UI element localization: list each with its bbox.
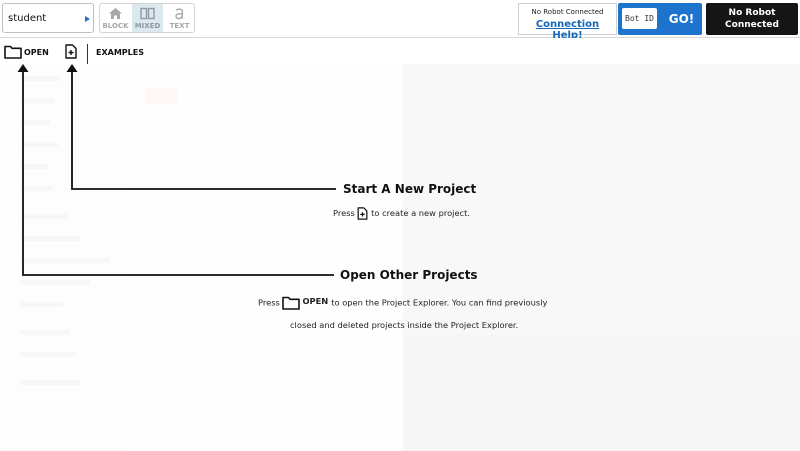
tutorial-overlay: Start A New Project Press to create a ne… bbox=[0, 64, 800, 451]
robot-status-line1: No Robot bbox=[728, 8, 776, 18]
arrow-open-projects bbox=[22, 69, 334, 276]
new-project-text-after: to create a new project. bbox=[371, 208, 471, 218]
new-project-hint-title: Start A New Project bbox=[343, 182, 477, 196]
arrow-head-open-projects bbox=[17, 64, 29, 72]
mode-block-button[interactable]: BLOCK bbox=[100, 4, 131, 32]
arrow-head-new-project bbox=[66, 64, 78, 72]
mode-block-label: BLOCK bbox=[102, 22, 129, 30]
top-bar: student BLOCK MIXED TEXT No Robot Connec… bbox=[0, 0, 800, 41]
bot-id-input[interactable]: Bot ID bbox=[622, 8, 657, 29]
mode-text-label: TEXT bbox=[169, 22, 190, 30]
folder-icon[interactable] bbox=[4, 45, 22, 59]
home-icon bbox=[109, 8, 122, 19]
open-projects-hint-title: Open Other Projects bbox=[340, 268, 478, 282]
folder-icon bbox=[282, 296, 301, 310]
open-button-label[interactable]: OPEN bbox=[24, 48, 49, 57]
new-file-icon[interactable] bbox=[65, 44, 77, 59]
examples-button[interactable]: EXAMPLES bbox=[96, 48, 144, 57]
user-select-value: student bbox=[8, 13, 47, 24]
app-root: student BLOCK MIXED TEXT No Robot Connec… bbox=[0, 0, 800, 451]
robot-status-badge: No Robot Connected bbox=[706, 3, 798, 35]
open-projects-text-before: Press bbox=[258, 297, 280, 308]
open-projects-hint-text-line2: closed and deleted projects inside the P… bbox=[290, 320, 519, 330]
arrow-new-project bbox=[71, 69, 336, 190]
open-projects-text-after: to open the Project Explorer. You can fi… bbox=[331, 297, 548, 308]
go-button[interactable]: GO! bbox=[661, 3, 702, 35]
new-project-hint-text: Press to create a new project. bbox=[333, 207, 470, 220]
letter-a-icon bbox=[175, 8, 183, 20]
user-select[interactable]: student bbox=[2, 3, 94, 33]
tutorial-arrows bbox=[17, 64, 336, 276]
open-word: OPEN bbox=[302, 296, 329, 306]
mode-text-button[interactable]: TEXT bbox=[164, 4, 195, 32]
open-projects-hint-text: Press OPEN to open the Project Explorer. … bbox=[258, 296, 547, 310]
robot-status-line2: Connected bbox=[725, 20, 779, 30]
mode-mixed-button[interactable]: MIXED bbox=[132, 4, 163, 32]
caret-right-icon bbox=[85, 16, 90, 22]
project-toolbar: OPEN EXAMPLES bbox=[0, 38, 800, 64]
mode-switcher: BLOCK MIXED TEXT bbox=[99, 3, 195, 33]
new-project-text-before: Press bbox=[333, 208, 355, 218]
connection-status-text: No Robot Connected bbox=[531, 8, 604, 16]
mode-mixed-label: MIXED bbox=[134, 22, 161, 30]
split-view-icon bbox=[140, 7, 155, 20]
toolbar-separator bbox=[87, 44, 88, 64]
connection-box: No Robot Connected Connection Help! bbox=[518, 3, 617, 41]
bot-connect-panel: Bot ID GO! bbox=[618, 3, 702, 35]
new-file-icon bbox=[358, 207, 368, 220]
